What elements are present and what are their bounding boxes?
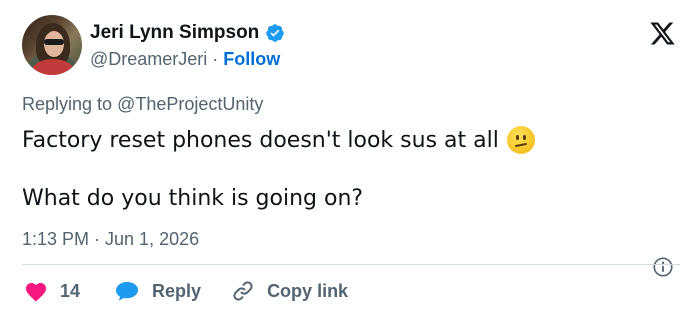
- verified-badge-icon: [266, 24, 285, 42]
- author-handle-row: @DreamerJeri · Follow: [90, 49, 280, 70]
- author-avatar[interactable]: [22, 15, 82, 75]
- reply-label: Reply: [152, 280, 202, 301]
- avatar-sunglasses: [44, 39, 64, 45]
- follow-button[interactable]: Follow: [223, 49, 280, 70]
- author-name-row: Jeri Lynn Simpson: [90, 22, 285, 44]
- replying-to-line: Replying to @TheProjectUnity: [22, 94, 263, 115]
- copy-link-label: Copy link: [267, 280, 349, 301]
- avatar-shirt: [32, 59, 74, 75]
- tweet-text-1: Factory reset phones doesn't look sus at…: [22, 127, 499, 153]
- author-display-name[interactable]: Jeri Lynn Simpson: [90, 22, 259, 44]
- author-handle[interactable]: @DreamerJeri: [90, 49, 207, 70]
- like-button[interactable]: 14: [24, 280, 80, 302]
- confused-face-emoji-icon: [506, 126, 535, 154]
- reply-bubble-icon: [116, 282, 139, 301]
- link-icon: [233, 281, 253, 301]
- reply-button[interactable]: Reply: [114, 280, 201, 302]
- tweet-embed-card: Jeri Lynn Simpson @DreamerJeri · Follow …: [0, 0, 700, 318]
- emoji-left-eye: [515, 135, 519, 140]
- reply-mention-link[interactable]: @TheProjectUnity: [117, 94, 263, 114]
- emoji-right-eye: [522, 135, 526, 140]
- replying-prefix: Replying to: [22, 94, 113, 114]
- tweet-timestamp[interactable]: 1:13 PM · Jun 1, 2026: [22, 229, 199, 250]
- like-count: 14: [60, 280, 81, 301]
- emoji-mouth: [514, 142, 527, 148]
- heart-icon: [26, 283, 46, 302]
- separator-dot: ·: [212, 49, 219, 69]
- actions-divider: [22, 264, 680, 265]
- tweet-text-line-1: Factory reset phones doesn't look sus at…: [22, 126, 535, 154]
- tweet-text-line-2: What do you think is going on?: [22, 186, 364, 211]
- tweet-actions-bar: 14 Reply Copy link: [24, 279, 348, 303]
- copy-link-button[interactable]: Copy link: [231, 279, 348, 303]
- info-icon[interactable]: [652, 256, 674, 278]
- x-logo-icon[interactable]: [649, 20, 676, 47]
